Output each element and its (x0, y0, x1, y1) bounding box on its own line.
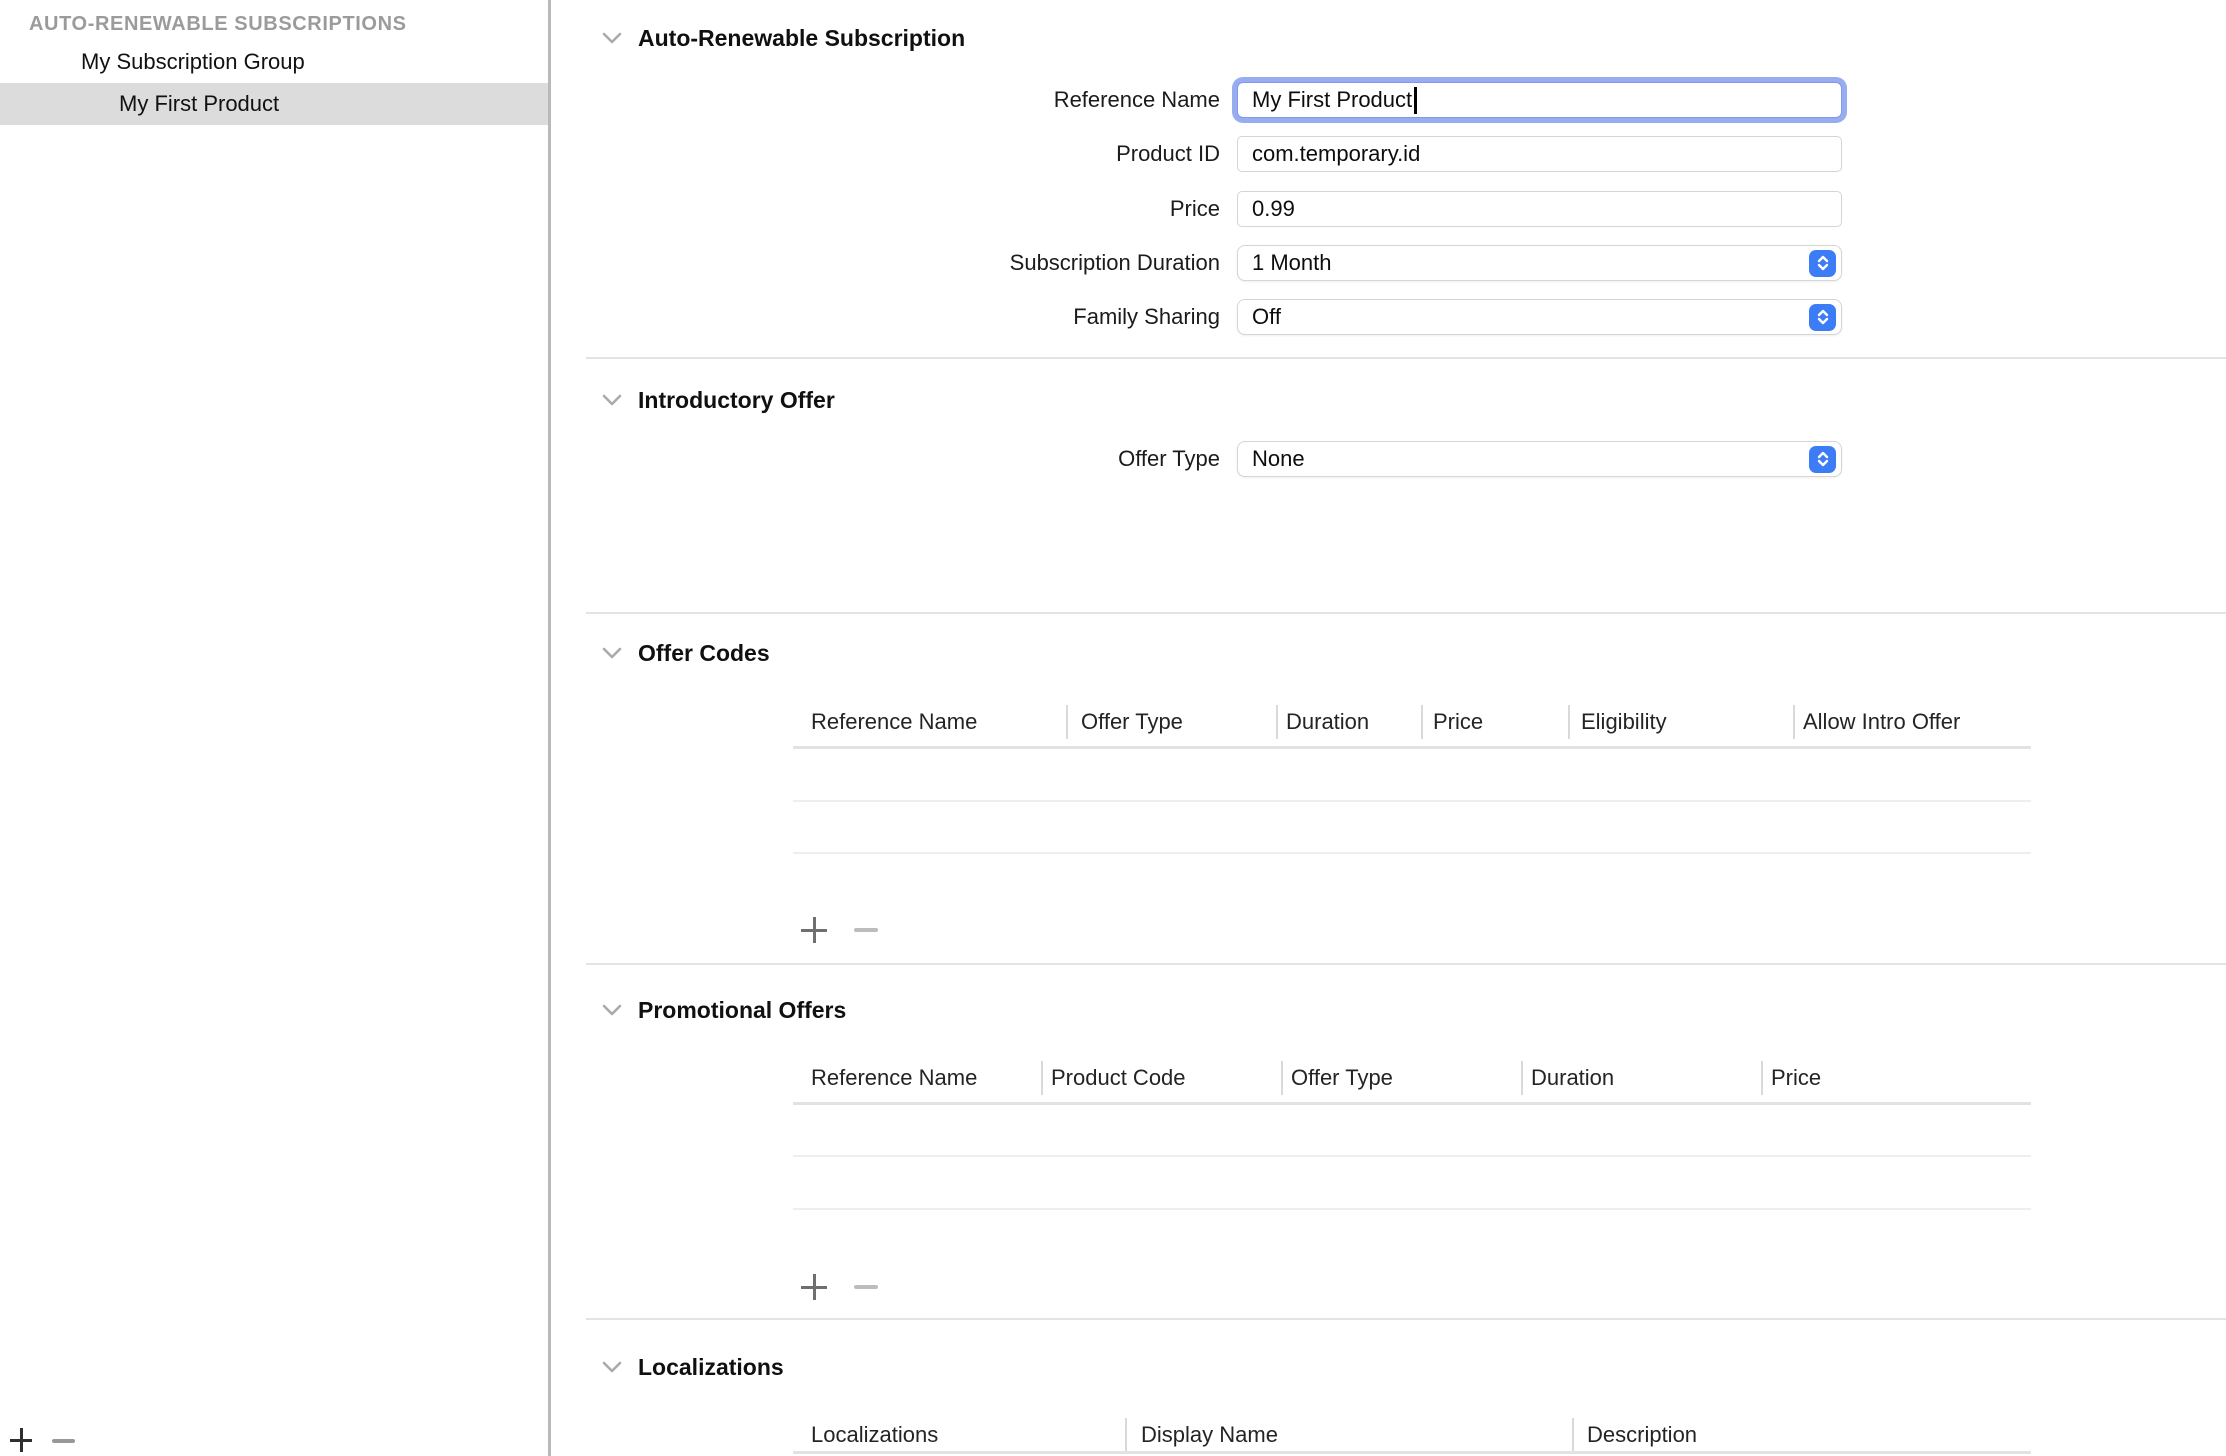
text-caret (1414, 87, 1417, 114)
price-label: Price (554, 196, 1220, 222)
product-id-label: Product ID (554, 141, 1220, 167)
column-header-duration: Duration (1286, 706, 1369, 738)
chevron-down-icon[interactable] (602, 31, 624, 45)
section-divider (586, 963, 2226, 965)
sidebar-item-my-first-product[interactable]: My First Product (0, 83, 548, 125)
sidebar: AUTO-RENEWABLE SUBSCRIPTIONS My Subscrip… (0, 0, 551, 1456)
column-separator (1276, 705, 1278, 739)
plus-icon[interactable] (10, 1428, 32, 1452)
column-separator (1761, 1061, 1763, 1095)
section-title: Offer Codes (638, 640, 770, 667)
product-id-value: com.temporary.id (1252, 141, 1420, 167)
storekit-config-window: AUTO-RENEWABLE SUBSCRIPTIONS My Subscrip… (0, 0, 2226, 1456)
form-row-family-sharing: Family Sharing Off (554, 299, 1845, 335)
column-separator (1521, 1061, 1523, 1095)
section-header-offer-codes: Offer Codes (602, 638, 770, 668)
sidebar-item-subscription-group[interactable]: My Subscription Group (0, 41, 548, 83)
up-down-chevrons-icon (1809, 304, 1836, 331)
price-value: 0.99 (1252, 196, 1295, 222)
column-header-price: Price (1771, 1062, 1821, 1094)
column-header-display-name: Display Name (1141, 1419, 1278, 1451)
column-header-offer-type: Offer Type (1291, 1062, 1393, 1094)
column-header-product-code: Product Code (1051, 1062, 1186, 1094)
column-header-allow-intro-offer: Allow Intro Offer (1803, 706, 1960, 738)
chevron-down-icon[interactable] (602, 646, 624, 660)
section-title: Introductory Offer (638, 387, 835, 414)
column-header-price: Price (1433, 706, 1483, 738)
up-down-chevrons-icon (1809, 250, 1836, 277)
product-id-input[interactable]: com.temporary.id (1237, 136, 1842, 172)
reference-name-value: My First Product (1252, 87, 1412, 113)
editor-pane: Auto-Renewable Subscription Reference Na… (554, 0, 2226, 1456)
sidebar-section-header: AUTO-RENEWABLE SUBSCRIPTIONS (29, 13, 529, 36)
column-separator (1125, 1418, 1127, 1452)
reference-name-label: Reference Name (554, 87, 1220, 113)
minus-icon[interactable] (854, 1285, 878, 1289)
chevron-down-icon[interactable] (602, 393, 624, 407)
price-input[interactable]: 0.99 (1237, 191, 1842, 227)
offer-type-label: Offer Type (554, 446, 1220, 472)
column-separator (1066, 705, 1068, 739)
table-header-underline (793, 1102, 2031, 1105)
form-row-product-id: Product ID com.temporary.id (554, 136, 1845, 172)
empty-table-row (793, 852, 2031, 854)
form-row-price: Price 0.99 (554, 191, 1845, 227)
up-down-chevrons-icon (1809, 446, 1836, 473)
section-header-introductory-offer: Introductory Offer (602, 385, 835, 415)
empty-table-row (793, 1155, 2031, 1157)
column-header-offer-type: Offer Type (1081, 706, 1183, 738)
empty-table-row (793, 1208, 2031, 1210)
form-row-offer-type: Offer Type None (554, 441, 1845, 477)
empty-table-row (793, 800, 2031, 802)
section-header-localizations: Localizations (602, 1352, 784, 1382)
column-separator (1793, 705, 1795, 739)
form-row-reference-name: Reference Name My First Product (554, 82, 1845, 118)
column-separator (1281, 1061, 1283, 1095)
column-header-description: Description (1587, 1419, 1697, 1451)
section-title: Auto-Renewable Subscription (638, 25, 965, 52)
sidebar-item-label: My Subscription Group (81, 49, 305, 75)
family-sharing-label: Family Sharing (554, 304, 1220, 330)
subscription-duration-popup[interactable]: 1 Month (1237, 245, 1842, 281)
section-title: Promotional Offers (638, 997, 846, 1024)
column-separator (1421, 705, 1423, 739)
section-divider (586, 1318, 2226, 1320)
reference-name-input[interactable]: My First Product (1237, 82, 1842, 118)
table-header-underline (793, 746, 2031, 749)
family-sharing-value: Off (1252, 304, 1281, 330)
minus-icon[interactable] (854, 928, 878, 932)
column-separator (1568, 705, 1570, 739)
section-divider (586, 612, 2226, 614)
chevron-down-icon[interactable] (602, 1360, 624, 1374)
minus-icon[interactable] (52, 1439, 75, 1443)
form-row-subscription-duration: Subscription Duration 1 Month (554, 245, 1845, 281)
column-header-reference-name: Reference Name (811, 1062, 977, 1094)
column-header-duration: Duration (1531, 1062, 1614, 1094)
column-header-localizations: Localizations (811, 1419, 938, 1451)
column-separator (1572, 1418, 1574, 1452)
plus-icon[interactable] (801, 1274, 827, 1300)
column-header-reference-name: Reference Name (811, 706, 977, 738)
section-header-subscription: Auto-Renewable Subscription (602, 23, 965, 53)
column-separator (1041, 1061, 1043, 1095)
plus-icon[interactable] (801, 917, 827, 943)
section-header-promotional-offers: Promotional Offers (602, 995, 846, 1025)
subscription-duration-label: Subscription Duration (554, 250, 1220, 276)
section-title: Localizations (638, 1354, 784, 1381)
chevron-down-icon[interactable] (602, 1003, 624, 1017)
table-header-underline (793, 1451, 2031, 1454)
column-header-eligibility: Eligibility (1581, 706, 1667, 738)
sidebar-item-label: My First Product (119, 91, 279, 117)
offer-type-popup[interactable]: None (1237, 441, 1842, 477)
subscription-duration-value: 1 Month (1252, 250, 1332, 276)
section-divider (586, 357, 2226, 359)
offer-type-value: None (1252, 446, 1305, 472)
family-sharing-popup[interactable]: Off (1237, 299, 1842, 335)
